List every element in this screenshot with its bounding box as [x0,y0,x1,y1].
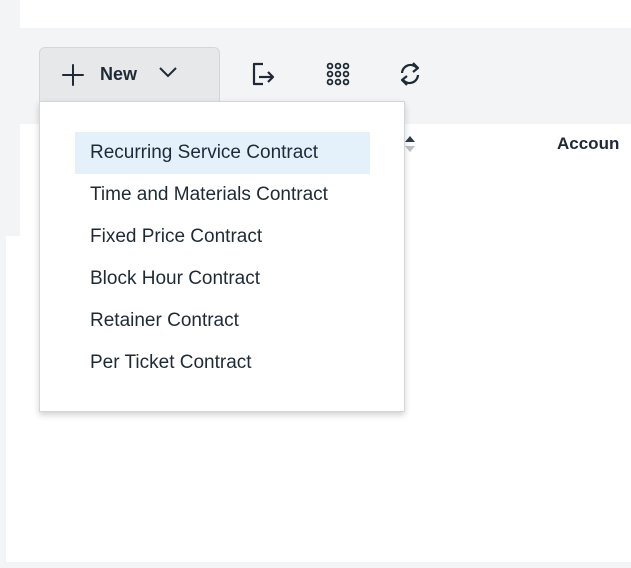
sort-arrows-icon[interactable] [404,135,416,153]
column-header-account[interactable]: Accoun [557,134,619,154]
new-dropdown-menu: Recurring Service Contract Time and Mate… [39,101,405,412]
plus-icon [62,63,84,86]
menu-item-fixed-price-contract[interactable]: Fixed Price Contract [75,216,370,258]
menu-item-recurring-service-contract[interactable]: Recurring Service Contract [75,132,370,174]
new-button-label: New [100,64,138,84]
grid-icon[interactable] [324,60,352,88]
refresh-icon[interactable] [396,60,424,88]
menu-item-block-hour-contract[interactable]: Block Hour Contract [75,258,370,300]
menu-item-per-ticket-contract[interactable]: Per Ticket Contract [75,342,370,384]
export-icon[interactable] [248,60,276,88]
menu-item-retainer-contract[interactable]: Retainer Contract [75,300,370,342]
new-button[interactable]: New [39,47,220,102]
chevron-down-icon [159,66,177,78]
menu-item-time-and-materials-contract[interactable]: Time and Materials Contract [75,174,370,216]
top-panel [20,0,631,28]
